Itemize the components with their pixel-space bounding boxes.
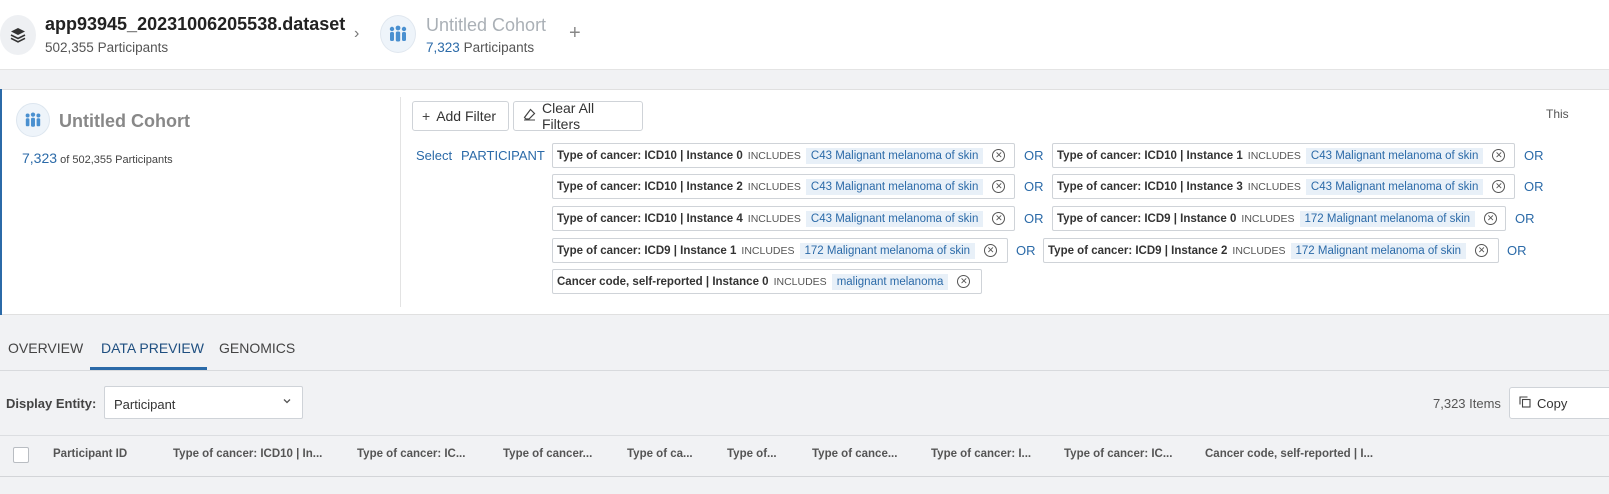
or-operator[interactable]: OR bbox=[1515, 211, 1535, 226]
filter-chip[interactable]: Type of cancer: ICD10 | Instance 3 INCLUD… bbox=[1052, 174, 1515, 199]
remove-filter-icon[interactable]: ✕ bbox=[1492, 180, 1506, 193]
entity-label: PARTICIPANT bbox=[461, 148, 545, 163]
or-operator[interactable]: OR bbox=[1024, 148, 1044, 163]
or-operator[interactable]: OR bbox=[1024, 211, 1044, 226]
filter-chip[interactable]: Type of cancer: ICD10 | Instance 2 INCLUD… bbox=[552, 174, 1015, 199]
filter-chip[interactable]: Type of cancer: ICD9 | Instance 2 INCLUDE… bbox=[1043, 238, 1499, 263]
or-operator[interactable]: OR bbox=[1024, 179, 1044, 194]
cohort-panel-icon bbox=[16, 103, 50, 137]
tab-genomics[interactable]: GENOMICS bbox=[219, 340, 295, 356]
add-cohort-plus-icon[interactable]: + bbox=[569, 22, 581, 45]
add-filter-button[interactable]: + Add Filter bbox=[412, 101, 509, 131]
column-header[interactable]: Type of cancer: IC... bbox=[1064, 448, 1172, 460]
remove-filter-icon[interactable]: ✕ bbox=[992, 212, 1006, 225]
column-header[interactable]: Cancer code, self-reported | I... bbox=[1205, 448, 1373, 460]
filter-chip[interactable]: Type of cancer: ICD9 | Instance 0 INCLUDE… bbox=[1052, 206, 1506, 231]
eraser-icon bbox=[523, 108, 536, 124]
copy-button[interactable]: Copy bbox=[1509, 387, 1609, 419]
panel-divider bbox=[400, 97, 401, 307]
cohort-participant-count: 7,323 Participants bbox=[426, 40, 535, 55]
or-operator[interactable]: OR bbox=[1016, 243, 1036, 258]
column-header[interactable]: Type of cancer: I... bbox=[931, 448, 1031, 460]
column-header[interactable]: Type of cance... bbox=[812, 448, 897, 460]
people-group-icon bbox=[389, 25, 407, 42]
truncated-info-text: This bbox=[1546, 107, 1569, 121]
plus-icon: + bbox=[422, 108, 431, 124]
copy-icon bbox=[1519, 395, 1531, 411]
dataset-name[interactable]: app93945_20231006205538.dataset bbox=[45, 14, 345, 35]
dataset-icon[interactable] bbox=[0, 15, 36, 55]
items-count: 7,323 Items bbox=[1433, 396, 1501, 411]
column-header[interactable]: Type of ca... bbox=[627, 448, 693, 460]
filter-chip[interactable]: Cancer code, self-reported | Instance 0I… bbox=[552, 269, 982, 294]
remove-filter-icon[interactable]: ✕ bbox=[992, 180, 1006, 193]
display-entity-select[interactable]: Participant bbox=[104, 386, 303, 419]
dataset-participant-count: 502,355 Participants bbox=[45, 40, 169, 55]
tab-data-preview[interactable]: DATA PREVIEW bbox=[101, 340, 204, 356]
or-operator[interactable]: OR bbox=[1524, 148, 1544, 163]
column-header[interactable]: Type of cancer: ICD10 | In... bbox=[173, 448, 322, 460]
cohort-panel-title[interactable]: Untitled Cohort bbox=[59, 111, 190, 132]
cohort-panel-count: 7,323 of 502,355 Participants bbox=[22, 150, 173, 166]
display-entity-label: Display Entity: bbox=[6, 396, 97, 411]
remove-filter-icon[interactable]: ✕ bbox=[1475, 244, 1489, 257]
clear-all-filters-button[interactable]: Clear All Filters bbox=[513, 100, 643, 132]
tabs-divider bbox=[0, 370, 1609, 371]
people-group-icon bbox=[25, 112, 41, 127]
header-divider-strip bbox=[0, 70, 1609, 89]
tab-overview[interactable]: OVERVIEW bbox=[8, 340, 83, 356]
filter-chip[interactable]: Type of cancer: ICD10 | Instance 0 INCLUD… bbox=[552, 143, 1015, 168]
or-operator[interactable]: OR bbox=[1507, 243, 1527, 258]
remove-filter-icon[interactable]: ✕ bbox=[992, 149, 1006, 162]
cohort-icon[interactable] bbox=[380, 15, 416, 53]
active-tab-indicator bbox=[90, 367, 207, 370]
remove-filter-icon[interactable]: ✕ bbox=[1484, 212, 1498, 225]
cohort-name[interactable]: Untitled Cohort bbox=[426, 15, 546, 36]
column-header[interactable]: Type of cancer... bbox=[503, 448, 592, 460]
column-header[interactable]: Participant ID bbox=[53, 448, 127, 460]
top-header bbox=[0, 0, 1609, 70]
chevron-down-icon bbox=[282, 395, 292, 409]
or-operator[interactable]: OR bbox=[1524, 179, 1544, 194]
remove-filter-icon[interactable]: ✕ bbox=[984, 244, 998, 257]
filter-chip[interactable]: Type of cancer: ICD9 | Instance 1 INCLUDE… bbox=[552, 238, 1008, 263]
breadcrumb-chevron-icon: › bbox=[354, 25, 360, 42]
filter-chip[interactable]: Type of cancer: ICD10 | Instance 1 INCLUD… bbox=[1052, 143, 1515, 168]
remove-filter-icon[interactable]: ✕ bbox=[1492, 149, 1506, 162]
filter-chip[interactable]: Type of cancer: ICD10 | Instance 4 INCLUD… bbox=[552, 206, 1015, 231]
select-all-checkbox[interactable] bbox=[13, 447, 29, 463]
remove-filter-icon[interactable]: ✕ bbox=[957, 275, 971, 288]
panel-accent-bar bbox=[0, 89, 2, 315]
column-header[interactable]: Type of... bbox=[727, 448, 777, 460]
layers-icon bbox=[10, 28, 26, 43]
select-label: Select bbox=[416, 148, 453, 163]
column-header[interactable]: Type of cancer: IC... bbox=[357, 448, 465, 460]
